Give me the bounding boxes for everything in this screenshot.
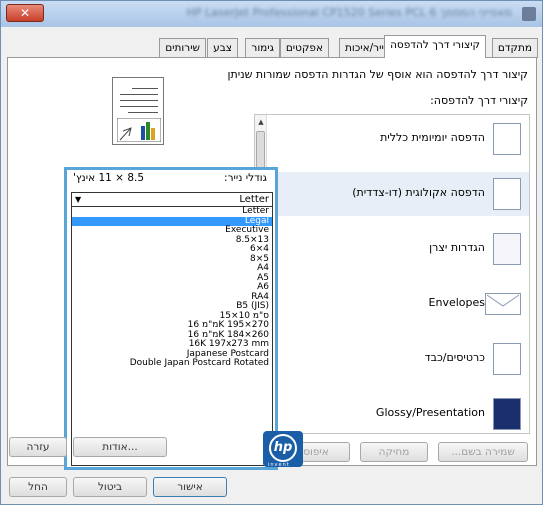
tab-finishing[interactable]: גימור xyxy=(245,38,280,58)
shortcut-item[interactable]: הדפסה יומיומית כללית xyxy=(269,117,529,161)
tab-services[interactable]: שירותים xyxy=(159,38,206,58)
paper-size-option[interactable]: A5 xyxy=(72,273,272,284)
tab-effects[interactable]: אפקטים xyxy=(279,38,329,58)
cancel-button[interactable]: ביטול xyxy=(73,477,147,497)
panel-description: קיצור דרך להדפסה הוא אוסף של הגדרות הדפס… xyxy=(227,68,528,81)
tab-advanced[interactable]: מתקדם xyxy=(491,38,538,58)
delete-button[interactable]: מחיקה xyxy=(360,442,428,462)
envelope-icon xyxy=(485,293,521,315)
shortcuts-panel: קיצור דרך להדפסה הוא אוסף של הגדרות הדפס… xyxy=(7,57,537,470)
shortcut-item[interactable]: Envelopes xyxy=(269,282,529,326)
page-preview xyxy=(112,77,164,145)
shortcut-label: הדפסה יומיומית כללית xyxy=(380,131,485,144)
apply-button[interactable]: החל xyxy=(9,477,67,497)
paper-size-option[interactable]: A6 xyxy=(72,282,272,293)
scroll-up-icon[interactable]: ▲ xyxy=(255,116,267,128)
duplex-document-icon xyxy=(493,178,521,210)
paper-size-option[interactable]: A4 xyxy=(72,263,272,274)
card-icon xyxy=(493,343,521,375)
hp-mark: hp xyxy=(269,434,297,462)
blank-page-icon xyxy=(493,233,521,265)
chart-thumbnail-icon xyxy=(117,118,161,142)
paper-size-options[interactable]: Letter Legal Executive 8.5×13 6×4 8×5 A4 A5 A6 RA… xyxy=(71,206,273,466)
presentation-icon xyxy=(493,398,521,430)
save-as-button[interactable]: שמירה בשם... xyxy=(438,442,528,462)
paper-size-label: גודלי נייר: xyxy=(224,172,267,184)
shortcut-item[interactable]: הגדרות יצרן xyxy=(269,227,529,271)
paper-size-option[interactable]: 8×5 xyxy=(72,254,272,265)
paper-size-group: גודלי נייר: 8.5 × 11 אינץ' Letter ▼ Lett… xyxy=(64,167,278,470)
shortcut-item-selected[interactable]: הדפסה אקולוגית (דו-צדדית) xyxy=(269,172,529,216)
paper-size-option[interactable]: 6×4 xyxy=(72,244,272,255)
shortcut-item[interactable]: Glossy/Presentation xyxy=(269,392,529,436)
print-properties-dialog: ✕ HP LaserJet Professional CP1520 Series… xyxy=(0,0,543,505)
paper-size-option[interactable]: Letter xyxy=(72,206,272,217)
shortcut-item[interactable]: כרטיסים/כבד xyxy=(269,337,529,381)
tab-printing-shortcuts[interactable]: קיצורי דרך להדפסה xyxy=(384,35,486,58)
document-icon xyxy=(493,123,521,155)
about-button[interactable]: אודות... xyxy=(73,437,167,457)
shortcut-label: Glossy/Presentation xyxy=(375,406,485,419)
shortcut-label: הדפסה אקולוגית (דו-צדדית) xyxy=(352,186,485,199)
chevron-down-icon[interactable]: ▼ xyxy=(75,193,81,206)
tab-strip: מתקדם קיצורי דרך להדפסה נייר/איכות אפקטי… xyxy=(1,35,542,58)
shortcuts-list[interactable]: ▲ ▼ הדפסה יומיומית כללית הדפסה אקולוגית … xyxy=(254,114,530,434)
hp-tagline: invent xyxy=(268,462,290,468)
window-title: HP LaserJet Professional CP1520 Series P… xyxy=(186,6,512,19)
shortcuts-list-title: קיצורי דרך להדפסה: xyxy=(430,94,528,107)
ok-button[interactable]: אישור xyxy=(153,477,227,497)
close-button[interactable]: ✕ xyxy=(6,4,44,22)
printer-icon xyxy=(522,7,536,21)
paper-size-value: Letter xyxy=(239,194,269,205)
paper-size-option[interactable]: 8.5×13 xyxy=(72,235,272,246)
help-button[interactable]: עזרה xyxy=(9,437,67,457)
hp-logo: hp invent xyxy=(263,431,303,468)
tab-color[interactable]: צבע xyxy=(207,38,238,58)
paper-size-option[interactable]: Double Japan Postcard Rotated xyxy=(72,358,272,369)
shortcut-label: Envelopes xyxy=(428,296,485,309)
title-bar: ✕ HP LaserJet Professional CP1520 Series… xyxy=(1,1,542,27)
paper-size-dropdown[interactable]: Letter ▼ xyxy=(71,192,273,207)
paper-size-dimensions: 8.5 × 11 אינץ' xyxy=(73,172,145,184)
shortcut-label: כרטיסים/כבד xyxy=(424,351,485,364)
shortcut-label: הגדרות יצרן xyxy=(429,241,485,254)
